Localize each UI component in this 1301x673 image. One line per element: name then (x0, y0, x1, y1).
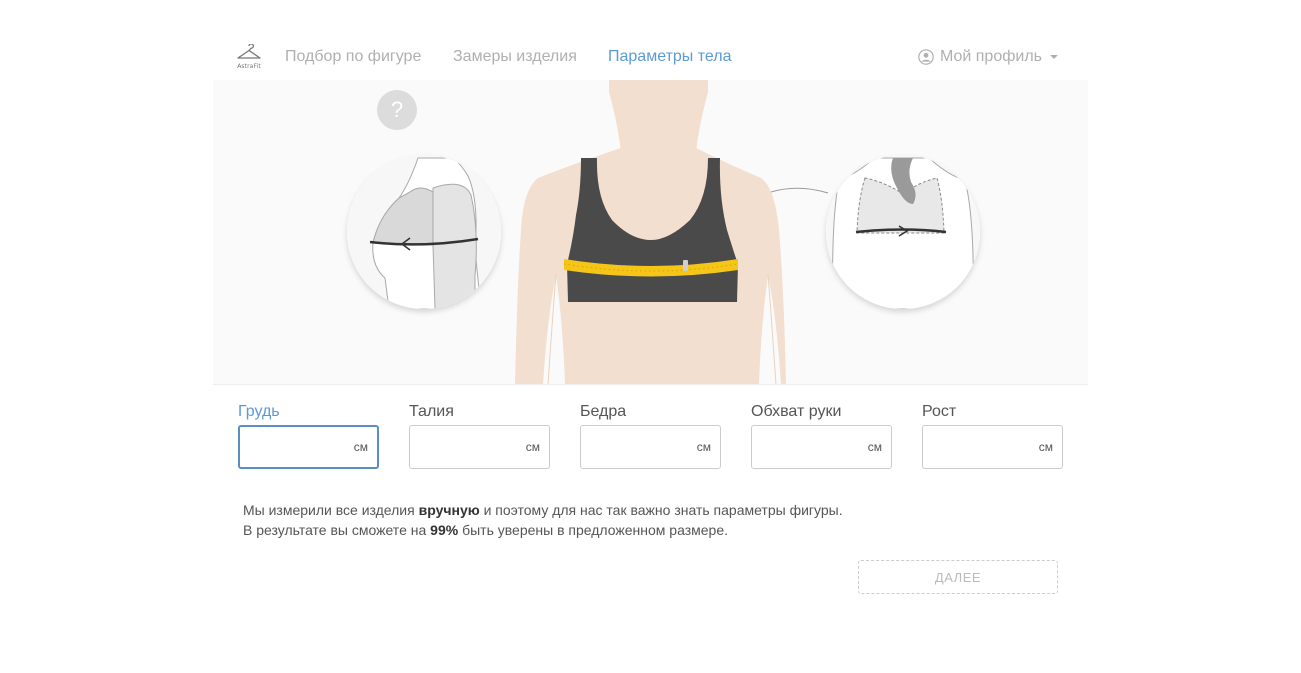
info-line-1-start: Мы измерили все изделия (243, 502, 419, 518)
height-label: Рост (922, 403, 957, 420)
arm-input-box: см (751, 425, 892, 469)
body-figure-illustration (347, 80, 980, 384)
nav-body-parameters[interactable]: Параметры тела (608, 47, 731, 67)
field-chest: Грудь см (238, 402, 379, 469)
waist-label: Талия (409, 403, 454, 420)
chevron-down-icon (1050, 55, 1058, 59)
hips-unit: см (696, 440, 711, 454)
page: AstraFit Подбор по фигуре Замеры изделия… (0, 0, 1301, 673)
info-line-1-end: и поэтому для нас так важно знать параме… (479, 502, 843, 518)
measurement-form: Грудь см Талия см Бедра см Обхват руки с… (238, 402, 1068, 472)
measurement-illustration: ? (213, 80, 1088, 385)
waist-unit: см (525, 440, 540, 454)
hips-label: Бедра (580, 403, 627, 420)
info-line-1-bold: вручную (418, 502, 480, 518)
info-line-2-start: В результате вы сможете на (243, 522, 431, 538)
field-waist: Талия см (409, 402, 550, 469)
field-arm: Обхват руки см (751, 402, 892, 469)
next-button[interactable]: ДАЛЕЕ (858, 560, 1058, 594)
arm-label: Обхват руки (751, 403, 842, 420)
info-line-2-end: быть уверены в предложенном размере. (458, 522, 728, 538)
user-icon (918, 49, 934, 65)
nav-garment-measurements[interactable]: Замеры изделия (453, 47, 577, 67)
field-height: Рост см (922, 402, 1063, 469)
hips-input-box: см (580, 425, 721, 469)
chest-label: Грудь (238, 403, 280, 420)
arm-unit: см (867, 440, 882, 454)
height-input-box: см (922, 425, 1063, 469)
logo[interactable]: AstraFit (234, 44, 264, 72)
profile-menu[interactable]: Мой профиль (918, 47, 1058, 67)
profile-label: Мой профиль (939, 48, 1042, 65)
hanger-icon (237, 44, 261, 59)
nav-fit-by-figure[interactable]: Подбор по фигуре (285, 47, 421, 67)
chest-input-box: см (238, 425, 379, 469)
field-hips: Бедра см (580, 402, 721, 469)
info-line-2: В результате вы сможете на 99% быть увер… (243, 520, 943, 540)
info-text: Мы измерили все изделия вручную и поэтом… (243, 500, 943, 540)
top-navigation: AstraFit Подбор по фигуре Замеры изделия… (213, 36, 1088, 80)
chest-unit: см (353, 440, 368, 454)
height-unit: см (1038, 440, 1053, 454)
main-torso (515, 80, 786, 384)
waist-input-box: см (409, 425, 550, 469)
logo-text: AstraFit (237, 63, 261, 70)
info-line-1: Мы измерили все изделия вручную и поэтом… (243, 500, 943, 520)
info-line-2-bold: 99% (430, 522, 459, 538)
